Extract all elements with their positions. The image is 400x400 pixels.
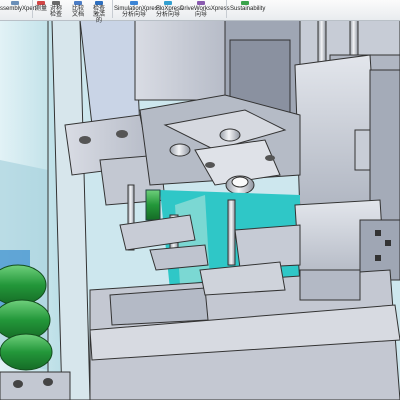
green-insert-top — [145, 189, 161, 221]
symmetry-check-icon — [52, 1, 60, 5]
ribbon-button-sustainability[interactable]: Sustainability — [230, 0, 266, 20]
ribbon-label: 检查激活的 — [92, 6, 105, 24]
ribbon-label: DriveWorksXpress 向导 — [180, 6, 230, 18]
ribbon-button-measure[interactable]: 测量 — [34, 0, 48, 20]
assembly-xpert-icon — [11, 1, 19, 5]
ribbon-button-driveworksxpress[interactable]: DriveWorksXpress 向导 — [180, 0, 230, 20]
compare-documents-icon — [74, 1, 82, 5]
check-active-icon — [95, 1, 103, 5]
ribbon-label: 比较文档 — [72, 6, 85, 18]
ribbon-button-assemblyxpert[interactable]: ssemblyXpert — [0, 0, 37, 20]
ribbon-button-compare-documents[interactable]: 比较文档 — [72, 0, 84, 20]
ribbon-label: 测量 — [34, 6, 47, 12]
ribbon-label: Sustainability — [230, 6, 266, 12]
ribbon-button-floxpress[interactable]: FloXpress 分析向导 — [156, 0, 184, 20]
ribbon-button-symmetry-check[interactable]: 对称检查 — [50, 0, 62, 20]
sustainability-icon — [241, 1, 249, 5]
upper-block — [134, 20, 226, 101]
graphics-area[interactable] — [0, 20, 400, 400]
ribbon-label: FloXpress 分析向导 — [156, 6, 184, 18]
driveworks-xpress-icon — [197, 1, 205, 5]
floxpress-icon — [164, 1, 172, 5]
ribbon-button-check-active[interactable]: 检查激活的 — [92, 0, 106, 24]
cad-assembly-view — [0, 20, 400, 400]
toolbar-ribbon: ssemblyXpert 测量 对称检查 比较文档 检查激活的 Simulati… — [0, 0, 400, 24]
ribbon-label: ssemblyXpert — [0, 6, 37, 12]
guide-pin-center — [227, 199, 236, 266]
measure-icon — [37, 1, 45, 5]
ribbon-label: 对称检查 — [50, 6, 63, 18]
ribbon-label: SimulationXpress 分析向导 — [114, 6, 161, 18]
simulation-xpress-icon — [130, 1, 138, 5]
ribbon-button-simulationxpress[interactable]: SimulationXpress 分析向导 — [114, 0, 161, 20]
